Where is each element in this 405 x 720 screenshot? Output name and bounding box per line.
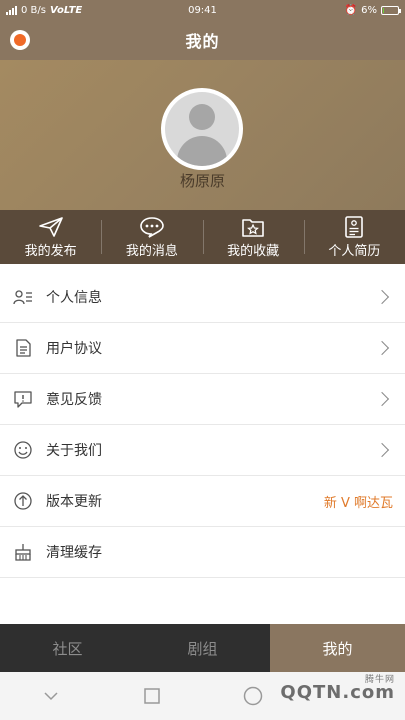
menu-item-clear-cache[interactable]: 清理缓存: [0, 527, 405, 578]
network-speed: 0 B/s: [21, 4, 46, 16]
quick-nav-my-favorites[interactable]: 我的收藏: [202, 210, 304, 264]
status-time: 09:41: [188, 4, 217, 16]
star-folder-icon: [242, 218, 264, 237]
chat-bubble-icon: [140, 216, 164, 238]
bottom-tab-bar: 社区 剧组 我的: [0, 624, 405, 672]
signal-icon: [6, 5, 17, 15]
menu-item-version-update[interactable]: 版本更新 新 V 啊达瓦: [0, 476, 405, 527]
avatar[interactable]: [161, 88, 243, 170]
nav-recent-button[interactable]: [101, 688, 202, 704]
menu-item-label: 关于我们: [46, 443, 102, 459]
quick-nav-my-messages[interactable]: 我的消息: [101, 210, 202, 264]
page-title: 我的: [185, 32, 220, 51]
chevron-right-icon: [374, 442, 390, 458]
settings-menu: 个人信息 用户协议 意见反馈 关于我们 版本更新 新 V 啊达瓦 清理缓存: [0, 272, 405, 578]
broom-icon: [12, 541, 34, 563]
watermark: 腾牛网 QQTN.com: [280, 675, 395, 703]
menu-item-label: 版本更新: [46, 494, 102, 510]
chevron-down-icon: [44, 692, 58, 701]
resume-icon: [345, 215, 364, 238]
tab-crew[interactable]: 剧组: [135, 624, 270, 672]
nav-back-button[interactable]: [0, 691, 101, 701]
quick-nav-label: 我的消息: [125, 243, 178, 259]
menu-item-about-us[interactable]: 关于我们: [0, 425, 405, 476]
menu-item-label: 清理缓存: [46, 545, 102, 561]
battery-percent: 6%: [361, 4, 377, 16]
watermark-small: 腾牛网: [364, 675, 395, 685]
username: 杨原原: [179, 172, 225, 190]
default-avatar-icon: [165, 92, 239, 166]
chevron-right-icon: [374, 340, 390, 356]
menu-item-label: 意见反馈: [46, 392, 102, 408]
alarm-icon: ⏰: [344, 4, 358, 16]
document-icon: [12, 337, 34, 359]
app-logo-icon[interactable]: [10, 30, 30, 50]
square-icon: [144, 688, 160, 704]
tab-community[interactable]: 社区: [0, 624, 135, 672]
chevron-right-icon: [374, 289, 390, 305]
battery-icon: [381, 5, 401, 15]
status-right: ⏰ 6%: [268, 4, 401, 16]
menu-item-personal-info[interactable]: 个人信息: [0, 272, 405, 323]
status-bar: 0 B/s VoLTE 09:41 ⏰ 6%: [0, 0, 405, 20]
person-info-icon: [12, 286, 34, 308]
quick-nav-label: 我的发布: [24, 243, 77, 259]
menu-item-feedback[interactable]: 意见反馈: [0, 374, 405, 425]
version-update-value: 新 V 啊达瓦: [323, 495, 393, 511]
profile-header: 杨原原: [0, 60, 405, 210]
menu-item-label: 用户协议: [46, 341, 102, 357]
watermark-text: QQTN.com: [280, 682, 395, 703]
paper-plane-icon: [38, 216, 63, 237]
network-type: VoLTE: [49, 4, 83, 16]
quick-nav-label: 个人简历: [328, 243, 381, 259]
title-bar: 我的: [0, 20, 405, 60]
chevron-right-icon: [374, 391, 390, 407]
smile-icon: [12, 439, 34, 461]
quick-nav-resume[interactable]: 个人简历: [303, 210, 405, 264]
upgrade-icon: [12, 490, 34, 512]
menu-item-label: 个人信息: [46, 290, 102, 306]
menu-item-user-agreement[interactable]: 用户协议: [0, 323, 405, 374]
circle-icon: [243, 686, 263, 706]
quick-nav: 我的发布 我的消息 我的收藏 个人简历: [0, 210, 405, 264]
tab-mine[interactable]: 我的: [270, 624, 405, 672]
quick-nav-my-posts[interactable]: 我的发布: [0, 210, 101, 264]
feedback-icon: [12, 388, 34, 410]
quick-nav-label: 我的收藏: [227, 243, 280, 259]
status-left: 0 B/s VoLTE: [6, 5, 137, 16]
